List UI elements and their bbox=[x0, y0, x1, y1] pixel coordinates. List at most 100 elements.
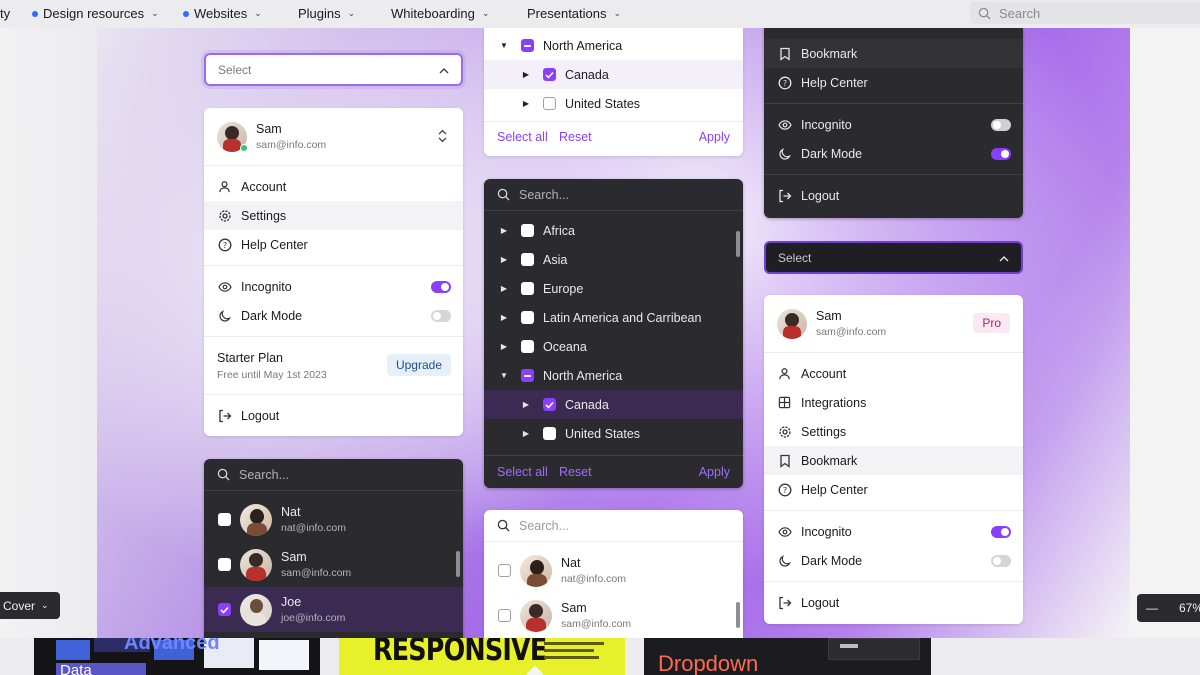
user-header[interactable]: Sam sam@info.com Pro bbox=[764, 295, 1023, 352]
scrollbar[interactable] bbox=[736, 602, 740, 628]
checkbox-checked[interactable] bbox=[543, 398, 556, 411]
menu-item-account[interactable]: Account bbox=[764, 359, 1023, 388]
caret-down-icon[interactable]: ▼ bbox=[499, 371, 509, 380]
apply-button[interactable]: Apply bbox=[699, 130, 730, 144]
checkbox-checked[interactable] bbox=[543, 68, 556, 81]
caret-right-icon[interactable]: ▶ bbox=[521, 429, 531, 438]
zoom-out-button[interactable]: — bbox=[1137, 601, 1167, 615]
nav-item-websites[interactable]: Websites ⌄ bbox=[183, 6, 262, 21]
nav-search-input[interactable]: Search bbox=[970, 2, 1200, 24]
thumbnail-responsive[interactable]: RESPONSIVE bbox=[339, 638, 625, 675]
dark-mode-toggle[interactable] bbox=[991, 555, 1011, 567]
select-all-link[interactable]: Select all bbox=[497, 130, 548, 144]
menu-item-help-center[interactable]: ? Help Center bbox=[204, 230, 463, 259]
list-item[interactable]: Sam sam@info.com bbox=[484, 593, 743, 638]
menu-item-settings[interactable]: Settings bbox=[764, 417, 1023, 446]
nav-item-plugins[interactable]: Plugins ⌄ bbox=[298, 6, 355, 21]
select-dropdown-dark[interactable]: Select bbox=[764, 241, 1023, 274]
tree-row-latin-america[interactable]: ▶ Latin America and Carribean bbox=[484, 303, 743, 332]
checkbox[interactable] bbox=[218, 513, 231, 526]
caret-right-icon[interactable]: ▶ bbox=[499, 226, 509, 235]
tree-row-europe[interactable]: ▶ Europe bbox=[484, 274, 743, 303]
menu-item-account[interactable]: Account bbox=[204, 172, 463, 201]
menu-item-logout[interactable]: Logout bbox=[764, 181, 1023, 210]
menu-item-help-center[interactable]: ? Help Center bbox=[764, 68, 1023, 97]
tree-row-north-america[interactable]: ▼ North America bbox=[484, 361, 743, 390]
caret-right-icon[interactable]: ▶ bbox=[521, 70, 531, 79]
chevron-up-down-icon[interactable] bbox=[438, 129, 447, 143]
tree-row-united-states[interactable]: ▶ United States bbox=[484, 419, 743, 448]
menu-item-dark-mode[interactable]: Dark Mode bbox=[764, 139, 1023, 168]
checkbox[interactable] bbox=[498, 564, 511, 577]
thumbnail-dropdown[interactable]: Dropdown bbox=[644, 638, 931, 675]
select-all-link[interactable]: Select all bbox=[497, 465, 548, 479]
moon-icon bbox=[777, 553, 792, 568]
menu-item-help-center[interactable]: ? Help Center bbox=[764, 475, 1023, 504]
checkbox[interactable] bbox=[521, 224, 534, 237]
tree-row-africa[interactable]: ▶ Africa bbox=[484, 216, 743, 245]
menu-item-bookmark[interactable]: Bookmark bbox=[764, 39, 1023, 68]
user-header[interactable]: Sam sam@info.com bbox=[204, 108, 463, 165]
search-input[interactable]: Search... bbox=[484, 179, 743, 210]
menu-item-incognito[interactable]: Incognito bbox=[764, 517, 1023, 546]
nav-item-presentations[interactable]: Presentations ⌄ bbox=[527, 6, 621, 21]
checkbox[interactable] bbox=[218, 558, 231, 571]
thumbnail-advanced[interactable]: Advanced Data bbox=[34, 638, 320, 675]
caret-right-icon[interactable]: ▶ bbox=[521, 99, 531, 108]
caret-right-icon[interactable]: ▶ bbox=[499, 284, 509, 293]
incognito-toggle[interactable] bbox=[991, 119, 1011, 131]
checkbox[interactable] bbox=[498, 609, 511, 622]
checkbox[interactable] bbox=[543, 427, 556, 440]
checkbox-indeterminate[interactable] bbox=[521, 39, 534, 52]
nav-item-whiteboarding[interactable]: Whiteboarding ⌄ bbox=[391, 6, 489, 21]
zoom-level[interactable]: 67% bbox=[1167, 601, 1200, 615]
menu-item-settings[interactable]: Settings bbox=[204, 201, 463, 230]
menu-item-dark-mode[interactable]: Dark Mode bbox=[764, 546, 1023, 575]
caret-right-icon[interactable]: ▶ bbox=[499, 255, 509, 264]
tree-row-oceana[interactable]: ▶ Oceana bbox=[484, 332, 743, 361]
tree-row-canada[interactable]: ▶ Canada bbox=[484, 60, 743, 89]
incognito-toggle[interactable] bbox=[431, 281, 451, 293]
cover-dropdown-button[interactable]: Cover ⌄ bbox=[0, 592, 60, 619]
list-item[interactable]: Sam sam@info.com bbox=[204, 542, 463, 587]
reset-link[interactable]: Reset bbox=[559, 465, 592, 479]
scrollbar[interactable] bbox=[456, 551, 460, 577]
tree-row-united-states[interactable]: ▶ United States bbox=[484, 89, 743, 118]
dark-mode-toggle[interactable] bbox=[991, 148, 1011, 160]
checkbox[interactable] bbox=[543, 97, 556, 110]
list-item[interactable]: Nat nat@info.com bbox=[204, 497, 463, 542]
nav-item-partial[interactable]: ty bbox=[0, 6, 10, 21]
incognito-toggle[interactable] bbox=[991, 526, 1011, 538]
search-input[interactable]: Search... bbox=[484, 510, 743, 541]
checkbox[interactable] bbox=[521, 253, 534, 266]
apply-button[interactable]: Apply bbox=[699, 465, 730, 479]
checkbox[interactable] bbox=[521, 340, 534, 353]
menu-item-bookmark[interactable]: Bookmark bbox=[764, 446, 1023, 475]
reset-link[interactable]: Reset bbox=[559, 130, 592, 144]
search-input[interactable]: Search... bbox=[204, 459, 463, 490]
tree-row-asia[interactable]: ▶ Asia bbox=[484, 245, 743, 274]
list-item[interactable]: Nat nat@info.com bbox=[484, 548, 743, 593]
tree-row-canada[interactable]: ▶ Canada bbox=[484, 390, 743, 419]
menu-item-integrations[interactable]: Integrations bbox=[764, 388, 1023, 417]
caret-right-icon[interactable]: ▶ bbox=[499, 342, 509, 351]
checkbox-indeterminate[interactable] bbox=[521, 369, 534, 382]
scrollbar[interactable] bbox=[736, 231, 740, 257]
nav-item-design-resources[interactable]: Design resources ⌄ bbox=[32, 6, 159, 21]
list-item-selected[interactable]: Joe joe@info.com bbox=[204, 587, 463, 632]
menu-item-dark-mode[interactable]: Dark Mode bbox=[204, 301, 463, 330]
checkbox-checked[interactable] bbox=[218, 603, 231, 616]
caret-right-icon[interactable]: ▶ bbox=[521, 400, 531, 409]
menu-item-logout[interactable]: Logout bbox=[204, 401, 463, 430]
checkbox[interactable] bbox=[521, 311, 534, 324]
dark-mode-toggle[interactable] bbox=[431, 310, 451, 322]
caret-down-icon[interactable]: ▼ bbox=[499, 41, 509, 50]
select-dropdown-light[interactable]: Select bbox=[204, 53, 463, 86]
tree-row-north-america[interactable]: ▼ North America bbox=[484, 31, 743, 60]
menu-item-incognito[interactable]: Incognito bbox=[764, 110, 1023, 139]
menu-item-logout[interactable]: Logout bbox=[764, 588, 1023, 617]
upgrade-button[interactable]: Upgrade bbox=[387, 354, 451, 376]
caret-right-icon[interactable]: ▶ bbox=[499, 313, 509, 322]
menu-item-incognito[interactable]: Incognito bbox=[204, 272, 463, 301]
checkbox[interactable] bbox=[521, 282, 534, 295]
